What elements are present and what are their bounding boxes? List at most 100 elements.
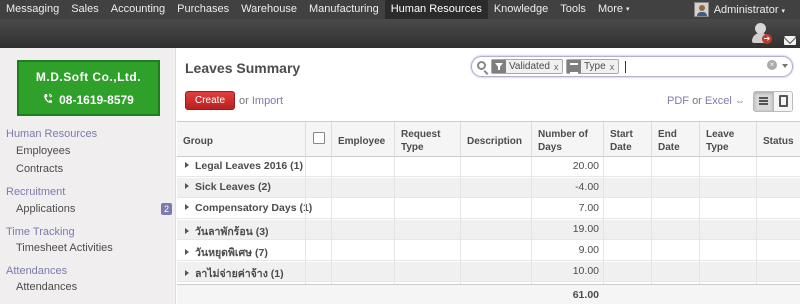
table-footer-totals: 61.00 (177, 284, 800, 304)
count-badge: 2 (161, 203, 172, 215)
export-pdf-link[interactable]: PDF (667, 95, 689, 107)
menu-tools[interactable]: Tools (554, 0, 592, 19)
import-link-group: or Import (239, 95, 283, 107)
group-days: 10.00 (572, 265, 599, 277)
column-header-status[interactable]: Status (756, 122, 800, 157)
chevron-down-icon[interactable] (782, 64, 788, 68)
column-header-end-date[interactable]: End Date (651, 122, 699, 157)
column-divider (756, 157, 757, 304)
column-divider (460, 157, 461, 304)
menu-sales[interactable]: Sales (65, 0, 105, 19)
menu-manufacturing[interactable]: Manufacturing (303, 0, 385, 19)
avatar (693, 2, 709, 17)
column-divider (651, 157, 652, 304)
main-content: Leaves Summary Validated x Type x × Crea… (177, 48, 800, 304)
column-divider (603, 157, 604, 304)
table-row[interactable]: Sick Leaves (2) -4.00 (177, 178, 800, 198)
menu-messaging[interactable]: Messaging (0, 0, 65, 19)
group-label: Sick Leaves (2) (185, 181, 271, 193)
sidebar-item-timesheet-activities[interactable]: Timesheet Activities (16, 242, 113, 254)
user-menu[interactable]: Administrator ▾ (693, 0, 800, 19)
filter-icon (492, 60, 506, 73)
table-row[interactable]: ลาไม่จ่ายค่าจ้าง (1) 10.00 (177, 262, 800, 282)
text-cursor (625, 61, 626, 73)
sidebar-section-human-resources: Human Resources (6, 128, 98, 140)
menu-more-label: More (597, 3, 623, 15)
export-links: PDF or Excel ⇔ (667, 95, 745, 107)
menu-more[interactable]: More ▾ (592, 0, 636, 19)
logo-phone-line: 08-1619-8579 (19, 92, 158, 107)
chevron-down-icon: ▾ (781, 7, 785, 15)
column-header-request-type[interactable]: Request Type (394, 122, 460, 157)
export-or-text: or (692, 95, 702, 107)
sidebar-section-time-tracking: Time Tracking (6, 226, 75, 238)
menu-purchases[interactable]: Purchases (171, 0, 235, 19)
group-label: ลาไม่จ่ายค่าจ้าง (1) (185, 265, 284, 282)
group-label: Compensatory Days (1) (185, 202, 312, 214)
export-arrow-icon: ⇔ (734, 96, 745, 107)
mail-icon[interactable] (784, 36, 796, 45)
column-header-employee[interactable]: Employee (331, 122, 394, 157)
select-all-checkbox[interactable] (313, 132, 325, 144)
sidebar: M.D.Soft Co.,Ltd. 08-1619-8579 Human Res… (0, 48, 176, 304)
menu-human-resources[interactable]: Human Resources (384, 0, 488, 19)
import-link[interactable]: Import (252, 95, 283, 107)
sidebar-section-recruitment: Recruitment (6, 186, 66, 198)
create-button[interactable]: Create (185, 91, 235, 110)
menu-accounting[interactable]: Accounting (105, 0, 171, 19)
group-name: Compensatory Days (1) (195, 202, 313, 214)
clear-search-icon[interactable]: × (767, 60, 777, 70)
close-icon[interactable]: x (610, 62, 615, 72)
group-name: วันลาพักร้อน (3) (195, 226, 269, 238)
close-icon[interactable]: x (554, 62, 559, 72)
column-header-description[interactable]: Description (460, 122, 531, 157)
column-header-leave-type[interactable]: Leave Type (699, 122, 756, 157)
facet-label: Validated (509, 61, 550, 72)
group-label: วันหยุดพิเศษ (7) (185, 244, 268, 261)
system-tray: ➔ (0, 19, 800, 48)
list-icon (759, 97, 768, 105)
column-header-number-of-days[interactable]: Number of Days (531, 122, 603, 157)
group-days: 7.00 (578, 202, 599, 214)
form-icon (778, 95, 788, 107)
sidebar-item-applications[interactable]: Applications (16, 203, 75, 215)
group-name: วันหยุดพิเศษ (7) (195, 247, 268, 259)
search-facet-type[interactable]: Type x (566, 59, 620, 74)
column-divider (699, 157, 700, 304)
table-row[interactable]: วันลาพักร้อน (3) 19.00 (177, 220, 800, 240)
column-header-group[interactable]: Group (177, 122, 305, 157)
table-row[interactable]: Legal Leaves 2016 (1) 20.00 (177, 157, 800, 177)
add-user-icon-badge: ➔ (762, 34, 772, 44)
phone-icon (44, 93, 53, 103)
caret-right-icon (185, 183, 189, 189)
search-facet-validated[interactable]: Validated x (491, 59, 564, 74)
add-user-icon[interactable]: ➔ (750, 22, 772, 46)
table-row[interactable]: วันหยุดพิเศษ (7) 9.00 (177, 241, 800, 261)
sidebar-item-employees[interactable]: Employees (16, 145, 70, 157)
caret-right-icon (185, 162, 189, 168)
column-divider (305, 157, 306, 304)
column-divider (531, 157, 532, 304)
group-label: Legal Leaves 2016 (1) (185, 160, 303, 172)
sidebar-item-contracts[interactable]: Contracts (16, 163, 63, 175)
company-logo[interactable]: M.D.Soft Co.,Ltd. 08-1619-8579 (17, 60, 160, 116)
menu-knowledge[interactable]: Knowledge (488, 0, 554, 19)
group-days: 19.00 (572, 223, 599, 235)
user-name-label: Administrator (713, 3, 779, 16)
group-days: 20.00 (572, 160, 599, 172)
menu-warehouse[interactable]: Warehouse (235, 0, 303, 19)
facet-label: Type (584, 61, 606, 72)
group-by-icon (567, 60, 581, 74)
export-excel-link[interactable]: Excel (705, 95, 732, 107)
page-title: Leaves Summary (185, 60, 301, 76)
search-icon[interactable] (477, 61, 486, 70)
form-view-button[interactable] (772, 92, 792, 111)
column-divider (331, 157, 332, 304)
table-row[interactable]: Compensatory Days (1) 7.00 (177, 199, 800, 219)
sidebar-item-attendances[interactable]: Attendances (16, 281, 77, 293)
search-input[interactable]: Validated x Type x × (471, 56, 793, 77)
group-name: Sick Leaves (2) (195, 181, 271, 193)
group-label: วันลาพักร้อน (3) (185, 223, 269, 240)
list-view-button[interactable] (754, 92, 773, 111)
column-header-start-date[interactable]: Start Date (603, 122, 651, 157)
